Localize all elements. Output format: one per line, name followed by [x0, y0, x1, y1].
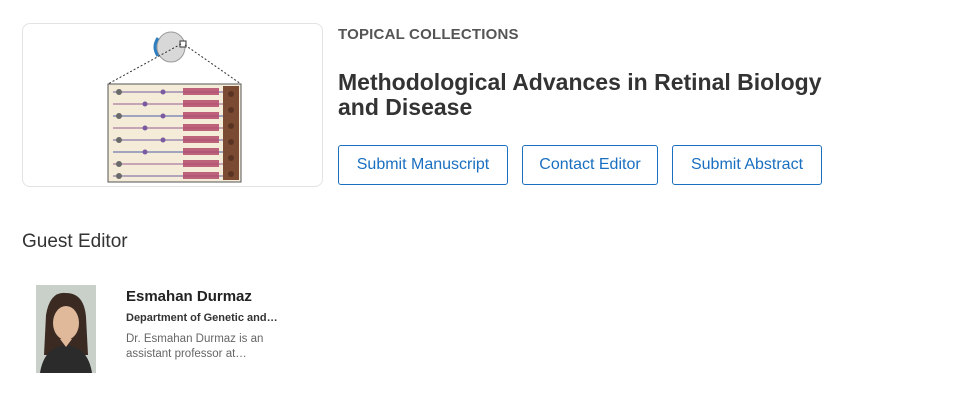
contact-editor-button[interactable]: Contact Editor: [522, 145, 658, 185]
collection-cover-image[interactable]: [22, 23, 323, 187]
collection-type-label: TOPICAL COLLECTIONS: [338, 26, 519, 43]
editor-name[interactable]: Esmahan Durmaz: [126, 288, 252, 305]
guest-editor-heading: Guest Editor: [22, 231, 128, 252]
collection-title: Methodological Advances in Retinal Biolo…: [338, 69, 822, 120]
avatar[interactable]: [36, 285, 96, 373]
guest-editor-card[interactable]: Esmahan Durmaz Department of Genetic and…: [36, 285, 336, 375]
editor-photo: [36, 285, 96, 373]
editor-department: Department of Genetic and…: [126, 312, 278, 324]
editor-bio: Dr. Esmahan Durmaz is an assistant profe…: [126, 333, 264, 360]
retina-illustration: [107, 31, 242, 183]
submit-manuscript-button[interactable]: Submit Manuscript: [338, 145, 508, 185]
submit-abstract-button[interactable]: Submit Abstract: [672, 145, 822, 185]
